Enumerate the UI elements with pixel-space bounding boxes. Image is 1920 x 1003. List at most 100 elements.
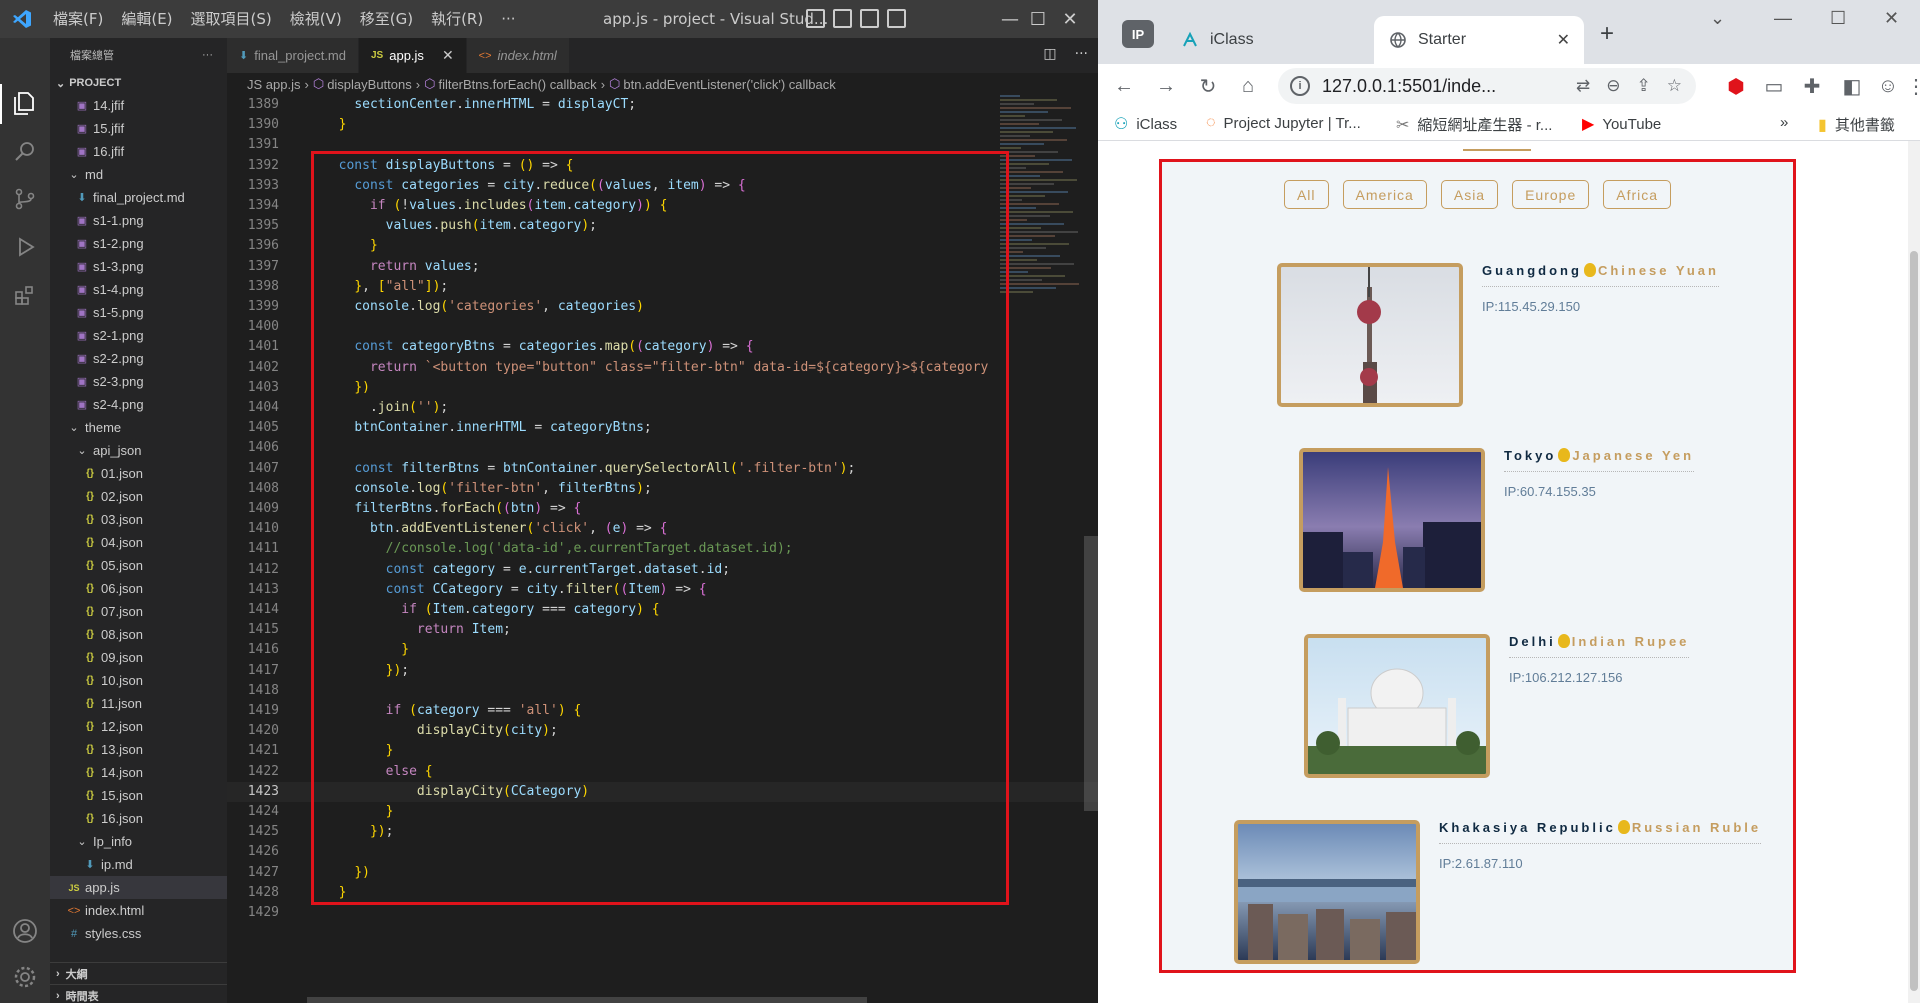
menu-run[interactable]: 執行(R) — [422, 0, 492, 38]
folder-item[interactable]: ⌄ api_json — [50, 439, 227, 462]
breadcrumb-callback[interactable]: filterBtns.forEach() callback — [438, 77, 596, 92]
filter-btn-all[interactable]: All — [1283, 180, 1329, 209]
menu-view[interactable]: 檢視(V) — [281, 0, 351, 38]
code-line[interactable]: 1389 sectionCenter.innerHTML = displayCT… — [227, 95, 1098, 115]
tab-final-project-md[interactable]: ⬇ final_project.md — [227, 38, 359, 73]
file-item[interactable]: ▣ s1-3.png — [50, 255, 227, 278]
file-item[interactable]: {} 12.json — [50, 715, 227, 738]
source-control-icon[interactable] — [10, 184, 40, 214]
editor-scrollbar[interactable] — [1084, 536, 1098, 811]
bookmark-other[interactable]: ▮ 其他書籤 — [1818, 114, 1895, 135]
run-debug-icon[interactable] — [10, 232, 40, 262]
menu-edit[interactable]: 編輯(E) — [112, 0, 181, 38]
zoom-icon[interactable]: ⊖ — [1606, 76, 1620, 96]
file-item[interactable]: ▣ s1-1.png — [50, 209, 227, 232]
folder-item[interactable]: ⌄ theme — [50, 416, 227, 439]
menu-go[interactable]: 移至(G) — [351, 0, 422, 38]
toggle-panel-icon[interactable] — [833, 9, 852, 28]
project-section[interactable]: ⌄ PROJECT — [50, 72, 227, 94]
extension-icon[interactable]: ▭ — [1760, 72, 1788, 100]
file-item[interactable]: {} 09.json — [50, 646, 227, 669]
file-item[interactable]: {} 10.json — [50, 669, 227, 692]
breadcrumb-listener[interactable]: btn.addEventListener('click') callback — [623, 77, 835, 92]
adblock-extension-icon[interactable]: ⬢ — [1722, 72, 1750, 100]
tab-starter[interactable]: Starter ✕ — [1374, 16, 1584, 64]
file-item[interactable]: ▣ s2-4.png — [50, 393, 227, 416]
profile-avatar-icon[interactable]: ☺ — [1874, 72, 1902, 100]
file-item[interactable]: ▣ s2-2.png — [50, 347, 227, 370]
toggle-sidebar-icon[interactable] — [806, 9, 825, 28]
bookmark-url-shortener[interactable]: ✂ 縮短網址產生器 - r... — [1396, 114, 1552, 135]
file-item[interactable]: ⬇ final_project.md — [50, 186, 227, 209]
file-item[interactable]: {} 15.json — [50, 784, 227, 807]
file-item[interactable]: {} 06.json — [50, 577, 227, 600]
filter-btn-america[interactable]: America — [1342, 180, 1427, 209]
address-bar[interactable]: i 127.0.0.1:5501/inde... ⇄ ⊖ ⇪ ☆ — [1278, 68, 1696, 104]
breadcrumb-file[interactable]: JS app.js — [247, 77, 300, 92]
file-item[interactable]: ▣ 15.jfif — [50, 117, 227, 140]
extensions-icon[interactable] — [10, 280, 40, 310]
settings-gear-icon[interactable] — [10, 962, 40, 992]
breadcrumb-function[interactable]: displayButtons — [327, 77, 412, 92]
split-editor-icon[interactable]: ◫ — [1043, 46, 1056, 62]
bookmark-jupyter[interactable]: ◌ Project Jupyter | Tr... — [1206, 114, 1361, 132]
file-item[interactable]: ▣ s1-2.png — [50, 232, 227, 255]
page-scrollbar-thumb[interactable] — [1910, 251, 1918, 991]
tab-group-ip[interactable]: IP — [1122, 20, 1154, 48]
customize-layout-icon[interactable] — [887, 9, 906, 28]
search-icon[interactable] — [10, 136, 40, 166]
extensions-puzzle-icon[interactable]: ✚ — [1798, 72, 1826, 100]
file-item[interactable]: {} 04.json — [50, 531, 227, 554]
translate-icon[interactable]: ⇄ — [1576, 76, 1590, 96]
file-item[interactable]: {} 16.json — [50, 807, 227, 830]
tab-index-html[interactable]: <> index.html — [466, 38, 570, 73]
page-scrollbar[interactable] — [1908, 141, 1920, 1003]
file-item[interactable]: ⬇ ip.md — [50, 853, 227, 876]
file-item[interactable]: {} 14.json — [50, 761, 227, 784]
chrome-menu-icon[interactable]: ⋮ — [1902, 72, 1920, 100]
file-item[interactable]: JS app.js — [50, 876, 227, 899]
file-item[interactable]: {} 05.json — [50, 554, 227, 577]
close-tab-icon[interactable]: ✕ — [442, 47, 454, 64]
minimap[interactable] — [1000, 95, 1084, 315]
folder-item[interactable]: ⌄ md — [50, 163, 227, 186]
back-arrow-icon[interactable]: ← — [1110, 72, 1138, 100]
menu-selection[interactable]: 選取項目(S) — [182, 0, 281, 38]
file-item[interactable]: {} 08.json — [50, 623, 227, 646]
filter-btn-europe[interactable]: Europe — [1512, 180, 1590, 209]
explorer-icon[interactable] — [10, 88, 40, 118]
outline-section[interactable]: › 大綱 — [50, 962, 227, 984]
code-line[interactable]: 1390 } — [227, 115, 1098, 135]
close-window-button[interactable]: ✕ — [1884, 8, 1899, 29]
tab-app-js[interactable]: JS app.js ✕ — [359, 38, 467, 73]
file-item[interactable]: {} 01.json — [50, 462, 227, 485]
toggle-secondary-sidebar-icon[interactable] — [860, 9, 879, 28]
file-item[interactable]: ▣ s1-4.png — [50, 278, 227, 301]
home-icon[interactable]: ⌂ — [1234, 72, 1262, 100]
file-item[interactable]: # styles.css — [50, 922, 227, 945]
file-item[interactable]: ▣ s2-3.png — [50, 370, 227, 393]
share-icon[interactable]: ⇪ — [1637, 76, 1651, 96]
menu-file[interactable]: 檔案(F) — [44, 0, 112, 38]
new-tab-button[interactable]: + — [1600, 20, 1614, 48]
site-info-icon[interactable]: i — [1290, 76, 1310, 96]
filter-btn-africa[interactable]: Africa — [1603, 180, 1672, 209]
timeline-section[interactable]: › 時間表 — [50, 984, 227, 1003]
minimize-button[interactable]: — — [1774, 8, 1792, 29]
file-item[interactable]: {} 13.json — [50, 738, 227, 761]
file-item[interactable]: {} 07.json — [50, 600, 227, 623]
bookmark-youtube[interactable]: ▶ YouTube — [1582, 114, 1661, 134]
file-item[interactable]: {} 03.json — [50, 508, 227, 531]
maximize-button[interactable]: ☐ — [1830, 8, 1846, 29]
more-actions-icon[interactable]: ··· — [1075, 46, 1088, 62]
bookmark-star-icon[interactable]: ☆ — [1667, 76, 1682, 96]
bookmarks-overflow[interactable]: » — [1780, 114, 1788, 131]
side-panel-icon[interactable]: ◧ — [1838, 72, 1866, 100]
file-item[interactable]: ▣ 16.jfif — [50, 140, 227, 163]
account-icon[interactable] — [10, 916, 40, 946]
explorer-more-button[interactable]: ··· — [202, 49, 213, 61]
file-item[interactable]: ▣ s1-5.png — [50, 301, 227, 324]
file-item[interactable]: ▣ s2-1.png — [50, 324, 227, 347]
file-item[interactable]: ▣ 14.jfif — [50, 94, 227, 117]
tab-search-chevron-icon[interactable]: ⌄ — [1710, 8, 1725, 29]
